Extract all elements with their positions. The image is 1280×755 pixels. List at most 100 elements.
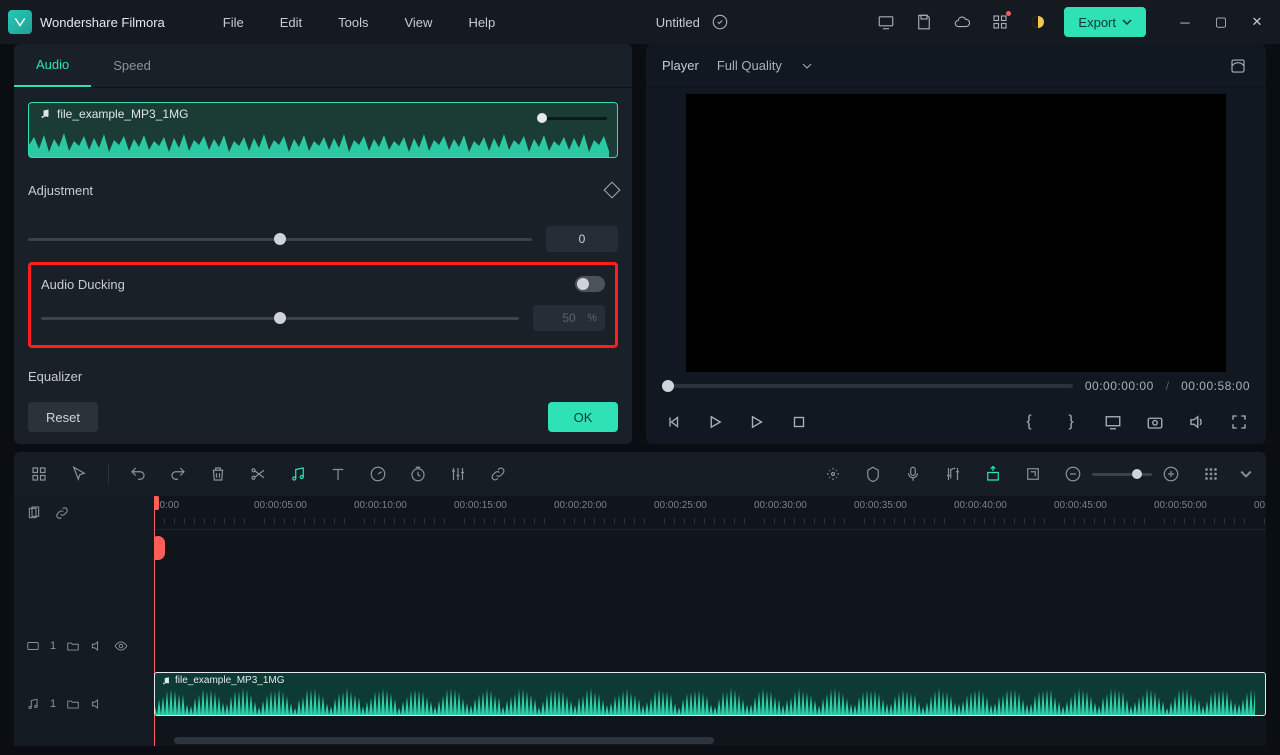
audio-track-head[interactable]: 1 <box>14 680 154 728</box>
display-icon[interactable] <box>1102 411 1124 433</box>
video-preview[interactable] <box>686 94 1226 372</box>
snapshot-icon[interactable] <box>1144 411 1166 433</box>
audio-ducking-value-box[interactable]: 50 % <box>533 305 605 331</box>
speed-icon[interactable] <box>367 463 389 485</box>
ok-button[interactable]: OK <box>548 402 618 432</box>
split-icon[interactable] <box>247 463 269 485</box>
adjust-icon[interactable] <box>447 463 469 485</box>
window-minimize[interactable]: ─ <box>1170 7 1200 37</box>
window-maximize[interactable]: ▢ <box>1206 7 1236 37</box>
audio-mixer-icon[interactable] <box>942 463 964 485</box>
tab-speed[interactable]: Speed <box>91 44 173 87</box>
play-forward-icon[interactable] <box>746 411 768 433</box>
volume-icon[interactable] <box>1186 411 1208 433</box>
audio-ducking-section: Audio Ducking 50 % <box>28 262 618 348</box>
apps-icon[interactable] <box>988 10 1012 34</box>
menu-view[interactable]: View <box>386 15 450 30</box>
mic-icon[interactable] <box>902 463 924 485</box>
clip-waveform <box>155 685 1255 715</box>
save-icon[interactable] <box>912 10 936 34</box>
waveform-gain-slider[interactable] <box>537 113 607 123</box>
crop-icon[interactable] <box>1022 463 1044 485</box>
chapter-icon[interactable] <box>982 463 1004 485</box>
document-title: Untitled <box>656 15 700 30</box>
timer-icon[interactable] <box>407 463 429 485</box>
particle-icon[interactable] <box>822 463 844 485</box>
select-tool-icon[interactable] <box>68 463 90 485</box>
cloud-icon[interactable] <box>950 10 974 34</box>
mute-icon[interactable] <box>90 639 104 653</box>
chevron-down-icon <box>1122 17 1132 27</box>
screen-icon[interactable] <box>874 10 898 34</box>
player-panel: Player Full Quality 00:00:00:00 / 00:00:… <box>646 44 1266 444</box>
stop-icon[interactable] <box>788 411 810 433</box>
tab-audio[interactable]: Audio <box>14 44 91 87</box>
audio-track-icon <box>26 697 40 711</box>
export-label: Export <box>1078 15 1116 30</box>
marker-icon[interactable] <box>862 463 884 485</box>
player-tab[interactable]: Player <box>662 58 699 73</box>
timeline-toolbar <box>14 452 1266 496</box>
chevron-down-icon <box>802 61 812 71</box>
playback-scrubber[interactable] <box>662 384 1073 388</box>
mark-in-icon[interactable]: { <box>1018 411 1040 433</box>
mark-out-icon[interactable]: } <box>1060 411 1082 433</box>
audio-ducking-toggle[interactable] <box>575 276 605 292</box>
folder-icon[interactable] <box>66 697 80 711</box>
audio-marker-icon[interactable] <box>154 536 165 560</box>
timeline-scrollbar[interactable] <box>174 737 714 744</box>
zoom-out-icon[interactable] <box>1062 463 1084 485</box>
quality-select[interactable]: Full Quality <box>717 58 812 73</box>
audio-ducking-slider[interactable] <box>41 309 519 327</box>
reset-button[interactable]: Reset <box>28 402 98 432</box>
waveform-graphic <box>29 127 609 157</box>
window-close[interactable]: ✕ <box>1242 7 1272 37</box>
zoom-slider[interactable] <box>1092 473 1152 476</box>
eye-icon[interactable] <box>114 639 128 653</box>
view-chevron-icon[interactable] <box>1240 463 1252 485</box>
timeline-audio-clip[interactable]: file_example_MP3_1MG <box>154 672 1266 716</box>
video-track-number: 1 <box>50 640 56 652</box>
folder-icon[interactable] <box>66 639 80 653</box>
text-icon[interactable] <box>327 463 349 485</box>
music-note-icon <box>39 108 51 120</box>
audio-edit-icon[interactable] <box>287 463 309 485</box>
video-track-head[interactable]: 1 <box>14 622 154 670</box>
prev-frame-icon[interactable] <box>662 411 684 433</box>
menu-edit[interactable]: Edit <box>262 15 320 30</box>
link-tracks-icon[interactable] <box>54 505 70 521</box>
delete-icon[interactable] <box>207 463 229 485</box>
mute-icon[interactable] <box>90 697 104 711</box>
titlebar: Wondershare Filmora File Edit Tools View… <box>0 0 1280 44</box>
doc-status-icon <box>708 10 732 34</box>
grid-icon[interactable] <box>28 463 50 485</box>
playhead[interactable] <box>154 496 168 530</box>
redo-icon[interactable] <box>167 463 189 485</box>
scope-icon[interactable] <box>1226 54 1250 78</box>
view-mode-icon[interactable] <box>1200 463 1222 485</box>
audio-file-name: file_example_MP3_1MG <box>57 107 188 121</box>
audio-ducking-value: 50 <box>562 311 575 325</box>
app-name: Wondershare Filmora <box>40 15 165 30</box>
quality-value: Full Quality <box>717 58 782 73</box>
audio-panel: Audio Speed file_example_MP3_1MG Adjustm… <box>14 44 632 444</box>
zoom-in-icon[interactable] <box>1160 463 1182 485</box>
waveform-preview[interactable]: file_example_MP3_1MG <box>28 102 618 158</box>
time-separator: / <box>1166 379 1169 393</box>
timeline-ruler[interactable]: 00:0000:00:05:0000:00:10:0000:00:15:0000… <box>154 496 1266 530</box>
pitch-value[interactable]: 0 <box>546 226 618 252</box>
undo-icon[interactable] <box>127 463 149 485</box>
audio-track-number: 1 <box>50 698 56 710</box>
music-note-icon <box>161 676 171 686</box>
pitch-slider[interactable] <box>28 230 532 248</box>
menu-help[interactable]: Help <box>450 15 513 30</box>
copy-tracks-icon[interactable] <box>26 505 42 521</box>
play-icon[interactable] <box>704 411 726 433</box>
link-icon[interactable] <box>487 463 509 485</box>
menu-tools[interactable]: Tools <box>320 15 386 30</box>
fullscreen-icon[interactable] <box>1228 411 1250 433</box>
keyframe-diamond-icon[interactable] <box>604 182 621 199</box>
menu-file[interactable]: File <box>205 15 262 30</box>
export-button[interactable]: Export <box>1064 7 1146 37</box>
theme-icon[interactable] <box>1026 10 1050 34</box>
